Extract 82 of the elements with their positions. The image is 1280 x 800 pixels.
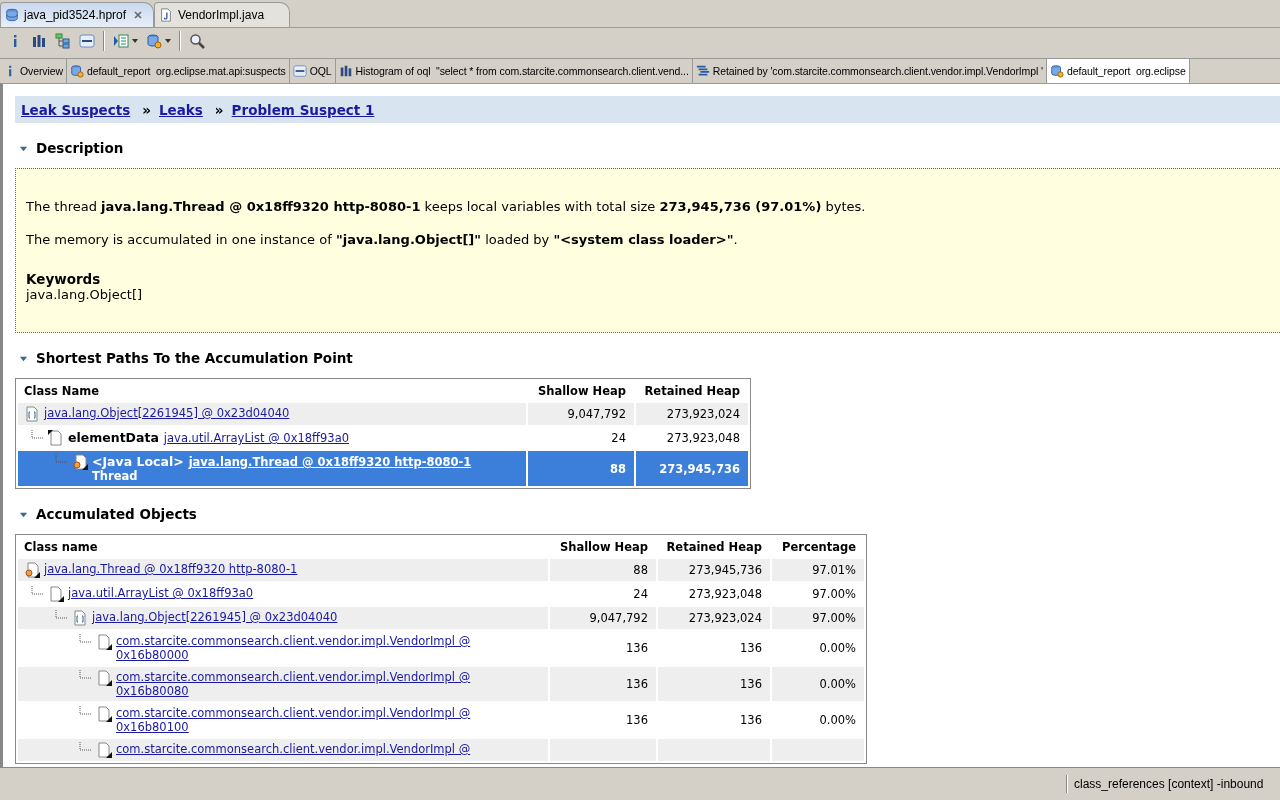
list-icon [695,64,710,78]
table-cell: 88 [633,563,648,577]
keywords-text: java.lang.Object[] [26,287,144,302]
table-cell: 136 [626,713,648,727]
status-text: class_references [context] -inbound [1074,777,1264,791]
column-header[interactable]: Percentage [772,537,864,557]
table-cell: 0.00% [819,713,856,727]
search-icon[interactable] [189,33,205,49]
close-icon[interactable] [133,10,143,20]
object-icon [96,742,112,758]
list-icon[interactable] [113,33,129,49]
thread-icon [72,454,88,470]
thread-icon [24,562,40,578]
table-cell: 97.00% [812,611,856,625]
table-cell: 97.00% [812,587,856,601]
object-link[interactable]: java.lang.Thread @ 0x18ff9320 http-8080-1 [188,455,472,469]
database-gear-icon [1049,64,1064,78]
table-cell: 136 [626,641,648,655]
field-label: <Java Local> [92,454,184,469]
object-icon [48,586,64,602]
table-cell: 273,923,048 [688,587,762,601]
section-title: Accumulated Objects [36,506,197,522]
bar-chart-icon[interactable] [31,33,47,49]
tree-icon[interactable] [55,33,71,49]
table-cell: 9,047,792 [589,611,648,625]
breadcrumb-link[interactable]: Problem Suspect 1 [231,101,375,118]
breadcrumb-separator: » [214,101,224,118]
table-cell: 0.00% [819,641,856,655]
database-gear-icon[interactable] [146,33,162,49]
object-link[interactable]: java.util.ArrayList @ 0x18ff93a0 [163,431,349,445]
column-header[interactable]: Retained Heap [658,537,770,557]
database-icon [5,8,19,22]
editor-tab[interactable]: VendorImpl.java [154,2,290,27]
column-header[interactable]: Shallow Heap [550,537,656,557]
report-tab[interactable]: default_report org.eclipse [1046,59,1190,83]
table-cell: 9,047,792 [528,403,634,425]
dropdown-arrow-icon[interactable] [132,39,138,43]
section-title: Shortest Paths To the Accumulation Point [36,350,353,366]
table-cell: 97.01% [812,563,856,577]
object-icon [96,670,112,686]
oql-icon[interactable] [79,33,95,49]
object-icon [96,634,112,650]
table-cell-text: 24 [610,430,627,447]
breadcrumb-separator: » [142,101,151,118]
section-title: Description [36,140,124,156]
column-header[interactable]: Class Name [18,381,526,401]
object-type: Thread [92,469,139,483]
column-header[interactable]: Class name [18,537,548,557]
table-cell: 24 [633,587,648,601]
array-icon [72,610,88,626]
bar-chart-icon [338,64,353,78]
table-row[interactable]: elementData java.util.ArrayList @ 0x18ff93a0 24 273,923,048 [18,427,748,449]
oql-icon [292,64,307,78]
object-icon [48,430,64,446]
table-cell: 88 [528,451,634,486]
object-icon [96,706,112,722]
breadcrumb-link[interactable]: Leaks [158,101,203,118]
column-header[interactable]: Shallow Heap [528,381,634,401]
keywords-label: Keywords [26,271,102,287]
object-link[interactable]: com.starcite.commonsearch.client.vendor.impl.VendorImpl @ 0x16b80100 [116,706,476,734]
table-cell: 136 [626,677,648,691]
table-cell-text: 273,923,048 [665,430,741,447]
java-file-icon [159,8,173,22]
table-cell: 136 [740,641,762,655]
array-icon [24,406,40,422]
table-cell: 136 [740,713,762,727]
description-text: The thread java.lang.Thread @ 0x18ff9320 http-8080-1 keeps local variables with total size 273,945,736 (97.01%) bytes. [26,199,867,214]
table-cell: 273,923,024 [636,403,748,425]
database-gear-icon [69,64,84,78]
object-link[interactable]: java.util.ArrayList @ 0x18ff93a0 [68,586,254,600]
object-link[interactable]: com.starcite.commonsearch.client.vendor.impl.VendorImpl @ 0x16b80000 [116,634,476,662]
table-cell: 0.00% [819,677,856,691]
table-cell: 273,945,736 [636,451,748,486]
column-header[interactable]: Retained Heap [636,381,748,401]
breadcrumb-link[interactable]: Leak Suspects [21,101,131,118]
table-cell: 136 [740,677,762,691]
editor-tab[interactable]: java_pid3524.hprof [0,2,154,27]
table-cell: 273,923,024 [688,611,762,625]
description-text: The memory is accumulated in one instance of "java.lang.Object[]" loaded by "<system class loader>". [26,232,739,247]
field-label: elementData [68,430,159,445]
table-cell: 273,945,736 [688,563,762,577]
dropdown-arrow-icon[interactable] [165,39,171,43]
